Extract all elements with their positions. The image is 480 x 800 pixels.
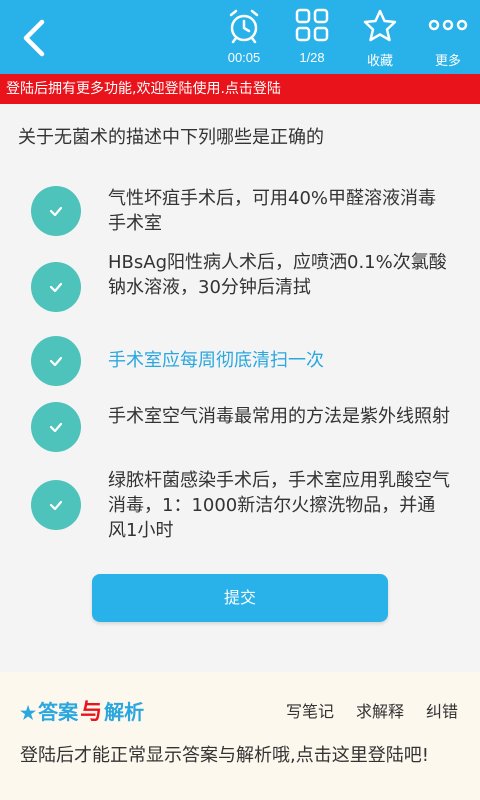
timer-label: 00:05 bbox=[227, 50, 261, 65]
favorite-button[interactable]: 收藏 bbox=[343, 0, 417, 74]
back-arrow-icon bbox=[23, 19, 45, 57]
option-text: HBsAg阳性病人术后，应喷洒0.1%次氯酸钠水溶液，30分钟后清拭 bbox=[108, 252, 447, 298]
check-icon bbox=[49, 282, 63, 293]
option-text: 手术室空气消毒最常用的方法是紫外线照射 bbox=[108, 406, 450, 427]
question-text: 关于无菌术的描述中下列哪些是正确的 bbox=[18, 127, 324, 148]
check-icon bbox=[49, 206, 63, 217]
answer-title-part3: 解析 bbox=[104, 702, 145, 724]
option-text: 气性坏疽手术后，可用40%甲醛溶液消毒手术室 bbox=[108, 188, 437, 234]
option-check[interactable] bbox=[31, 186, 81, 236]
login-prompt[interactable]: 登陆后才能正常显示答案与解析哦,点击这里登陆吧! bbox=[20, 740, 460, 772]
answer-title: ★ 答案与 解析 bbox=[20, 694, 144, 724]
star-icon bbox=[363, 9, 397, 42]
option-text: 手术室应每周彻底清扫一次 bbox=[108, 350, 324, 371]
write-note-link[interactable]: 写笔记 bbox=[286, 702, 334, 721]
question-index-button[interactable]: 1/28 bbox=[275, 0, 349, 74]
more-label: 更多 bbox=[434, 53, 461, 68]
check-icon bbox=[49, 356, 63, 367]
favorite-label: 收藏 bbox=[366, 53, 393, 68]
report-error-link[interactable]: 纠错 bbox=[426, 702, 458, 721]
option-check[interactable] bbox=[31, 336, 81, 386]
option-text: 绿脓杆菌感染手术后，手术室应用乳酸空气消毒，1：1000新洁尔火擦洗物品，并通风… bbox=[108, 470, 450, 541]
answer-links: 写笔记 求解释 纠错 bbox=[264, 698, 458, 722]
option-check[interactable] bbox=[31, 402, 81, 452]
more-dots-icon bbox=[428, 19, 468, 31]
progress-label: 1/28 bbox=[299, 50, 325, 65]
back-button[interactable] bbox=[14, 16, 54, 60]
request-explanation-link[interactable]: 求解释 bbox=[356, 702, 404, 721]
login-banner[interactable]: 登陆后拥有更多功能,欢迎登陆使用.点击登陆 bbox=[0, 74, 480, 104]
grid-icon bbox=[295, 8, 329, 42]
check-icon bbox=[49, 500, 63, 511]
star-icon: ★ bbox=[20, 703, 37, 723]
alarm-clock-icon bbox=[229, 9, 259, 44]
submit-button[interactable]: 提交 bbox=[92, 574, 388, 622]
question-area: 关于无菌术的描述中下列哪些是正确的 气性坏疽手术后，可用40%甲醛溶液消毒手术室… bbox=[0, 104, 480, 672]
option-check[interactable] bbox=[31, 480, 81, 530]
answer-title-part2: 与 bbox=[80, 699, 103, 724]
top-toolbar: 00:05 1/28 收藏 更多 bbox=[0, 0, 480, 74]
more-button[interactable]: 更多 bbox=[411, 0, 480, 74]
answer-panel: ★ 答案与 解析 写笔记 求解释 纠错 登陆后才能正常显示答案与解析哦,点击这里登陆吧! bbox=[0, 672, 480, 800]
timer-button[interactable]: 00:05 bbox=[207, 0, 281, 74]
option-check[interactable] bbox=[31, 262, 81, 312]
answer-title-part1: 答案 bbox=[38, 702, 79, 724]
check-icon bbox=[49, 422, 63, 433]
